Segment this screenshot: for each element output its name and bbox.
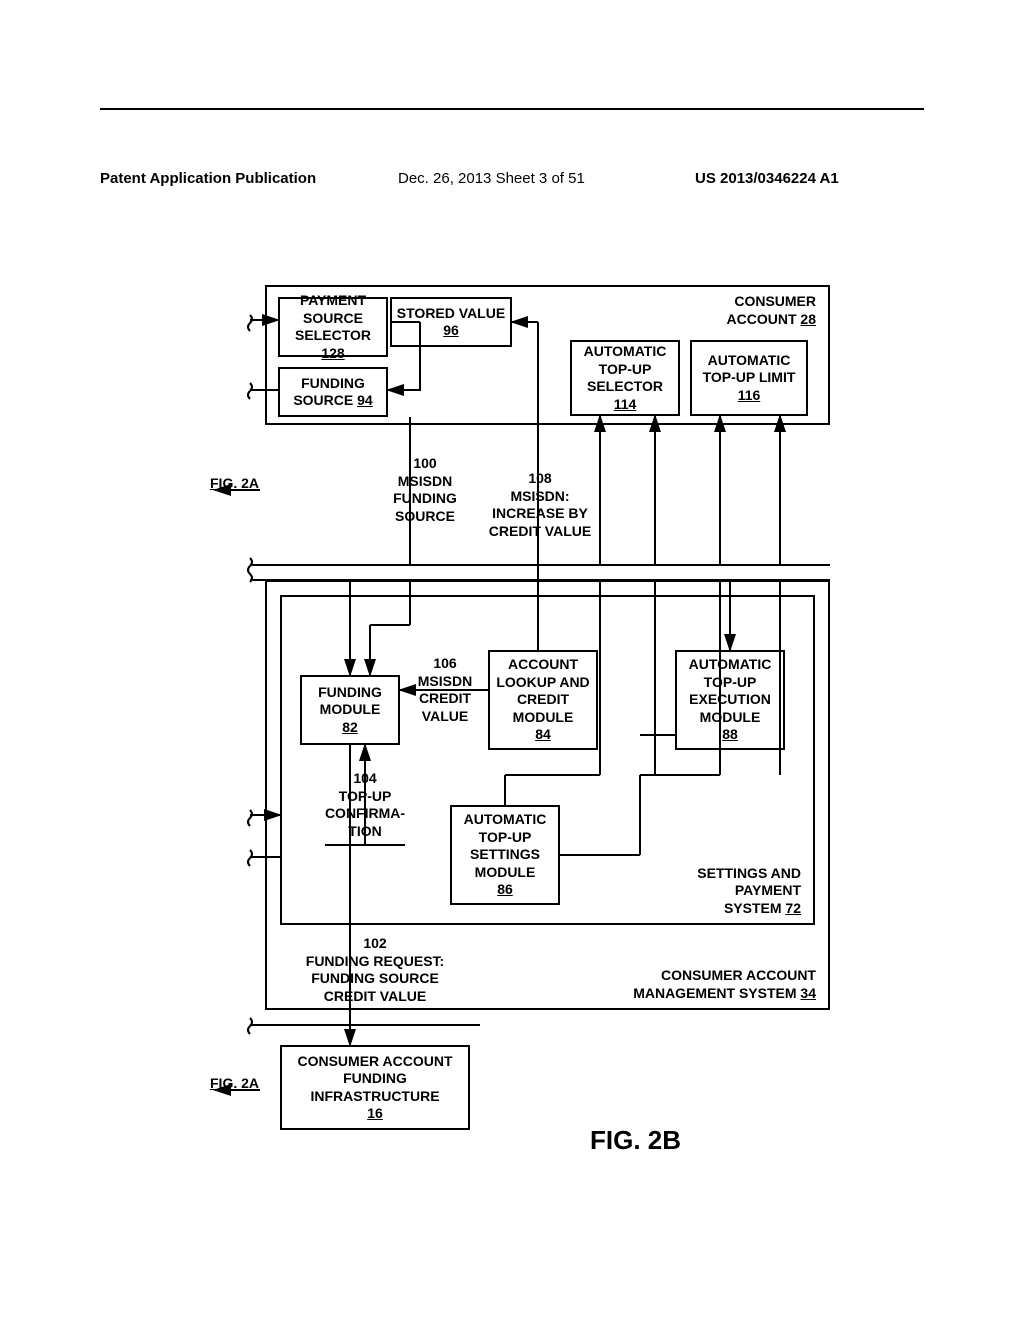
connector-svg bbox=[100, 115, 924, 1215]
page: Patent Application Publication Dec. 26, … bbox=[0, 0, 1024, 1320]
diagram-area: CONSUMER ACCOUNT 28 PAYMENT SOURCE SELEC… bbox=[100, 115, 924, 1215]
header-rule bbox=[100, 108, 924, 110]
